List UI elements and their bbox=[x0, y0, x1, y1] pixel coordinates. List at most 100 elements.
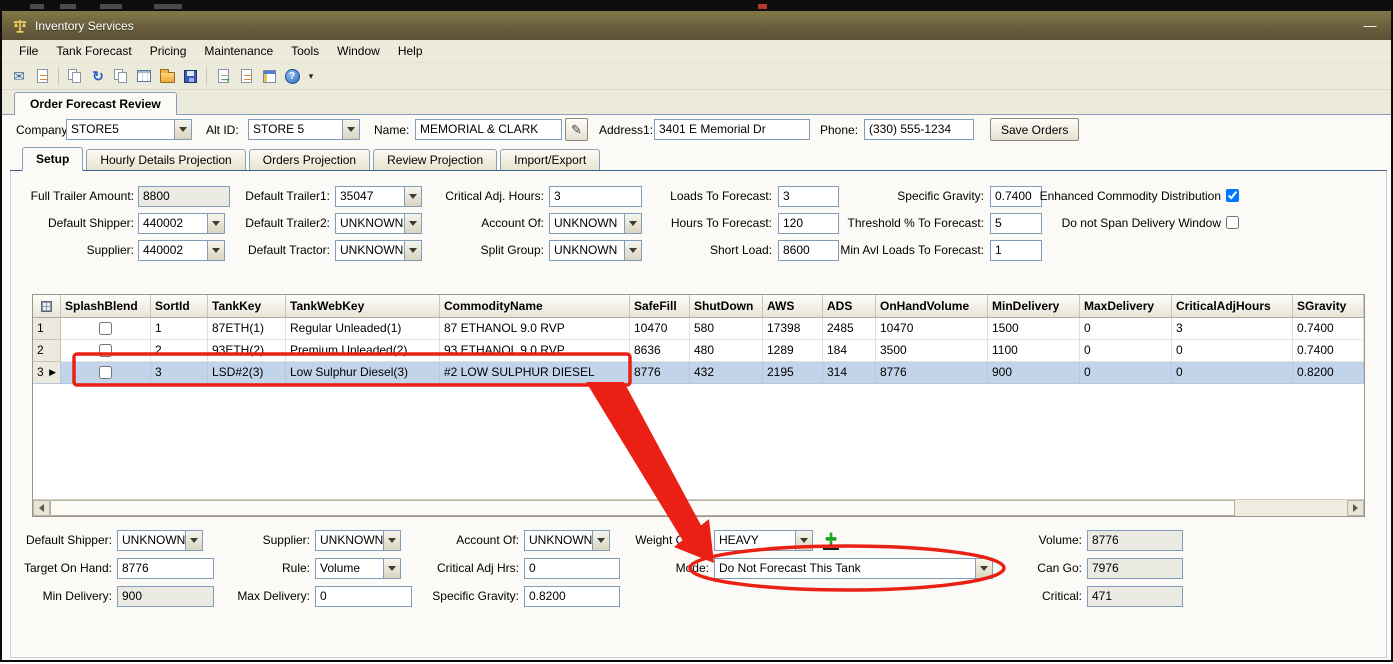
grid-cell[interactable]: 8776 bbox=[876, 362, 988, 384]
column-header-tankwebkey[interactable]: TankWebKey bbox=[286, 295, 440, 317]
grid-cell[interactable]: 8636 bbox=[630, 340, 690, 362]
minimize-button[interactable]: — bbox=[1359, 18, 1381, 33]
grid-cell[interactable]: Low Sulphur Diesel(3) bbox=[286, 362, 440, 384]
default-tractor-combobox[interactable]: UNKNOWN bbox=[335, 240, 422, 261]
splashblend-checkbox[interactable] bbox=[99, 366, 112, 379]
column-header-splashblend[interactable]: SplashBlend bbox=[61, 295, 151, 317]
grid-cell[interactable]: 2 bbox=[151, 340, 208, 362]
enhanced-commodity-distribution-checkbox[interactable] bbox=[1226, 189, 1239, 202]
grid-cell[interactable]: 17398 bbox=[763, 318, 823, 340]
company-combobox[interactable]: STORE5 bbox=[66, 119, 192, 140]
bottom-supplier-combobox[interactable]: UNKNOWN bbox=[315, 530, 401, 551]
report-icon[interactable] bbox=[32, 66, 52, 86]
grid-cell[interactable]: 10470 bbox=[630, 318, 690, 340]
row-number-cell[interactable]: 3 ▶ bbox=[33, 362, 61, 384]
grid-cell[interactable]: 900 bbox=[988, 362, 1080, 384]
bottom-default-shipper-combobox[interactable]: UNKNOWN bbox=[117, 530, 203, 551]
column-header-safefill[interactable]: SafeFill bbox=[630, 295, 690, 317]
chevron-down-icon[interactable] bbox=[174, 120, 191, 139]
grid-cell-splashblend[interactable] bbox=[61, 362, 151, 384]
rule-combobox[interactable]: Volume bbox=[315, 558, 401, 579]
save-icon[interactable] bbox=[180, 66, 200, 86]
menu-help[interactable]: Help bbox=[389, 41, 432, 61]
min-avl-loads-field[interactable]: 1 bbox=[990, 240, 1042, 261]
grid-cell[interactable]: 0 bbox=[1080, 362, 1172, 384]
scrollbar-thumb[interactable] bbox=[50, 500, 1235, 516]
tab-setup[interactable]: Setup bbox=[22, 147, 83, 171]
bottom-min-delivery-field[interactable]: 900 bbox=[117, 586, 214, 607]
grid-cell[interactable]: 0.8200 bbox=[1293, 362, 1364, 384]
table-icon[interactable] bbox=[134, 66, 154, 86]
grid-cell[interactable]: 3 bbox=[1172, 318, 1293, 340]
grid-cell[interactable]: LSD#2(3) bbox=[208, 362, 286, 384]
grid-cell[interactable]: 3 bbox=[151, 362, 208, 384]
chevron-down-icon[interactable] bbox=[342, 120, 359, 139]
tab-orders-projection[interactable]: Orders Projection bbox=[249, 149, 370, 170]
grid-cell[interactable]: 0.7400 bbox=[1293, 340, 1364, 362]
critical-adj-hours-field[interactable]: 3 bbox=[549, 186, 642, 207]
grid-cell[interactable]: 1289 bbox=[763, 340, 823, 362]
address1-field[interactable]: 3401 E Memorial Dr bbox=[654, 119, 810, 140]
specific-gravity-field[interactable]: 0.7400 bbox=[990, 186, 1042, 207]
add-weight-class-button[interactable]: + bbox=[820, 528, 842, 552]
scrollbar-track[interactable] bbox=[1235, 500, 1347, 516]
pivot-grid-icon[interactable] bbox=[259, 66, 279, 86]
column-header-shutdown[interactable]: ShutDown bbox=[690, 295, 763, 317]
grid-cell-splashblend[interactable] bbox=[61, 318, 151, 340]
grid-cell[interactable]: 0 bbox=[1172, 340, 1293, 362]
column-header-aws[interactable]: AWS bbox=[763, 295, 823, 317]
tab-review-projection[interactable]: Review Projection bbox=[373, 149, 497, 170]
row-selector-header[interactable] bbox=[33, 295, 61, 317]
column-header-tankkey[interactable]: TankKey bbox=[208, 295, 286, 317]
default-trailer2-combobox[interactable]: UNKNOWN bbox=[335, 213, 422, 234]
weight-class-combobox[interactable]: HEAVY bbox=[714, 530, 813, 551]
grid-cell[interactable]: 87 ETHANOL 9.0 RVP bbox=[440, 318, 630, 340]
critical-field[interactable]: 471 bbox=[1087, 586, 1183, 607]
chevron-down-icon[interactable] bbox=[404, 187, 421, 206]
column-header-mindelivery[interactable]: MinDelivery bbox=[988, 295, 1080, 317]
grid-cell[interactable]: 0 bbox=[1172, 362, 1293, 384]
row-number-cell[interactable]: 1 bbox=[33, 318, 61, 340]
splashblend-checkbox[interactable] bbox=[99, 322, 112, 335]
column-header-commodityname[interactable]: CommodityName bbox=[440, 295, 630, 317]
menu-tools[interactable]: Tools bbox=[282, 41, 328, 61]
menu-tank-forecast[interactable]: Tank Forecast bbox=[47, 41, 140, 61]
export-icon[interactable]: → bbox=[213, 66, 233, 86]
bottom-account-of-combobox[interactable]: UNKNOWN bbox=[524, 530, 610, 551]
can-go-field[interactable]: 7976 bbox=[1087, 558, 1183, 579]
grid-cell-splashblend[interactable] bbox=[61, 340, 151, 362]
chevron-down-icon[interactable] bbox=[383, 559, 400, 578]
default-trailer1-combobox[interactable]: 35047 bbox=[335, 186, 422, 207]
account-of-combobox[interactable]: UNKNOWN bbox=[549, 213, 642, 234]
grid-cell[interactable]: #2 LOW SULPHUR DIESEL bbox=[440, 362, 630, 384]
grid-cell[interactable]: 8776 bbox=[630, 362, 690, 384]
menu-maintenance[interactable]: Maintenance bbox=[195, 41, 282, 61]
grid-cell[interactable]: 184 bbox=[823, 340, 876, 362]
open-folder-icon[interactable] bbox=[157, 66, 177, 86]
chevron-down-icon[interactable] bbox=[404, 214, 421, 233]
chevron-down-icon[interactable] bbox=[185, 531, 202, 550]
grid-cell[interactable]: 0.7400 bbox=[1293, 318, 1364, 340]
table-row[interactable]: 2 2 93ETH(2) Premium Unleaded(2) 93 ETHA… bbox=[33, 340, 1364, 362]
import-icon[interactable] bbox=[236, 66, 256, 86]
scroll-left-button[interactable] bbox=[33, 500, 50, 516]
grid-cell[interactable]: 580 bbox=[690, 318, 763, 340]
bottom-max-delivery-field[interactable]: 0 bbox=[315, 586, 412, 607]
row-number-cell[interactable]: 2 bbox=[33, 340, 61, 362]
threshold-to-forecast-field[interactable]: 5 bbox=[990, 213, 1042, 234]
menu-pricing[interactable]: Pricing bbox=[141, 41, 196, 61]
do-not-span-delivery-window-checkbox[interactable] bbox=[1226, 216, 1239, 229]
phone-field[interactable]: (330) 555-1234 bbox=[864, 119, 974, 140]
grid-cell[interactable]: 93 ETHANOL 9.0 RVP bbox=[440, 340, 630, 362]
grid-cell[interactable]: 1100 bbox=[988, 340, 1080, 362]
column-header-criticaladjhours[interactable]: CriticalAdjHours bbox=[1172, 295, 1293, 317]
column-header-ads[interactable]: ADS bbox=[823, 295, 876, 317]
chevron-down-icon[interactable] bbox=[795, 531, 812, 550]
grid-cell[interactable]: 87ETH(1) bbox=[208, 318, 286, 340]
column-header-onhandvolume[interactable]: OnHandVolume bbox=[876, 295, 988, 317]
scroll-right-button[interactable] bbox=[1347, 500, 1364, 516]
grid-cell[interactable]: 3500 bbox=[876, 340, 988, 362]
menu-file[interactable]: File bbox=[10, 41, 47, 61]
paste-icon[interactable] bbox=[111, 66, 131, 86]
grid-cell[interactable]: 0 bbox=[1080, 340, 1172, 362]
